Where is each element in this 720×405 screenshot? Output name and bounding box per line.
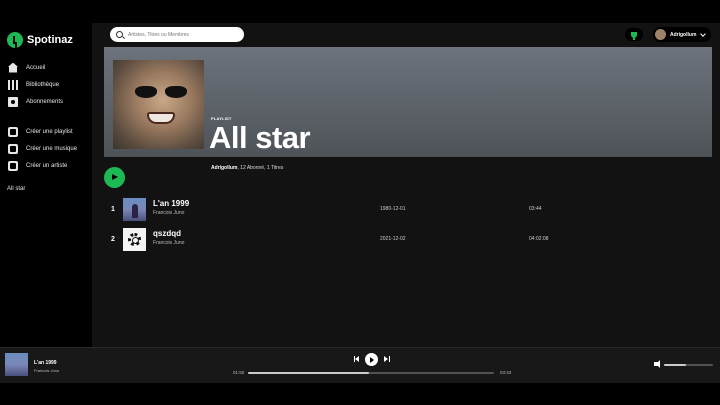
sidebar-item-create-playlist[interactable]: Créer une playlist xyxy=(0,123,92,140)
playlist-meta: Adrigollum, 12 Abonné, 1 Titres xyxy=(211,165,283,171)
now-playing-cover xyxy=(5,353,28,376)
total-time: 03:43 xyxy=(500,370,512,375)
track-title[interactable]: L'an 1999 xyxy=(153,199,189,208)
sidebar: Spotinaz Accueil Bibliothèque Abonnement… xyxy=(0,23,92,347)
next-track-icon[interactable] xyxy=(384,356,390,362)
add-music-icon xyxy=(8,143,18,154)
app-logo[interactable]: Spotinaz xyxy=(7,32,73,48)
main-nav: Accueil Bibliothèque Abonnements xyxy=(0,59,92,110)
subscriptions-icon xyxy=(8,96,18,107)
search-icon xyxy=(116,31,123,38)
track-artist[interactable]: Francois Juno xyxy=(153,210,184,216)
playlist-title: All star xyxy=(209,120,311,155)
avatar xyxy=(655,29,666,40)
chevron-down-icon xyxy=(700,31,706,37)
sidebar-item-label: Bibliothèque xyxy=(26,81,60,88)
player-bar: L'an 1999 Francois Juno 01:50 03:43 xyxy=(0,347,720,383)
sidebar-item-label: Créer une musique xyxy=(26,145,78,152)
play-pause-button[interactable] xyxy=(365,353,378,366)
sidebar-item-label: Créer un artiste xyxy=(26,162,68,169)
elapsed-time: 01:50 xyxy=(233,370,245,375)
app-name: Spotinaz xyxy=(27,34,73,46)
playlist-header: PLAYLIST All star Adrigollum, 12 Abonné,… xyxy=(104,47,712,171)
search-input[interactable] xyxy=(128,31,238,38)
user-name: Adrigollum xyxy=(670,31,697,38)
track-cover xyxy=(123,228,146,251)
progress-bar[interactable] xyxy=(248,372,494,374)
track-title[interactable]: qszdqd xyxy=(153,229,181,238)
sidebar-item-library[interactable]: Bibliothèque xyxy=(0,76,92,93)
app-window: Spotinaz Accueil Bibliothèque Abonnement… xyxy=(0,23,720,383)
table-row[interactable]: 2 qszdqd Francois Juno 2021-12-02 04:02:… xyxy=(104,226,712,254)
volume-icon[interactable] xyxy=(654,360,660,368)
playlist-stats: , 12 Abonné, 1 Titres xyxy=(237,165,284,171)
user-menu[interactable]: Adrigollum xyxy=(653,27,711,42)
progress-fill xyxy=(248,372,369,374)
track-duration: 04:02:08 xyxy=(529,236,549,242)
cover-glasses xyxy=(135,86,187,100)
table-row[interactable]: 1 L'an 1999 Francois Juno 1980-12-01 03:… xyxy=(104,196,712,224)
sidebar-item-label: Créer une playlist xyxy=(26,128,73,135)
cover-lens xyxy=(165,86,187,98)
sidebar-item-label: Accueil xyxy=(26,64,46,71)
playlist-cover xyxy=(113,60,204,149)
cover-lens xyxy=(135,86,157,98)
top-letterbox xyxy=(0,0,720,23)
track-number: 1 xyxy=(111,206,115,213)
now-playing-title[interactable]: L'an 1999 xyxy=(34,360,57,366)
sidebar-item-label: Abonnements xyxy=(26,98,64,105)
create-nav: Créer une playlist Créer une musique Cré… xyxy=(0,123,92,174)
sidebar-item-subscriptions[interactable]: Abonnements xyxy=(0,93,92,110)
track-cover xyxy=(123,198,146,221)
sidebar-item-create-artist[interactable]: Créer un artiste xyxy=(0,157,92,174)
playlist-owner[interactable]: Adrigollum xyxy=(211,165,237,171)
gear-icon xyxy=(128,233,141,246)
now-playing-artist[interactable]: Francois Juno xyxy=(34,368,59,373)
track-artist[interactable]: Francois Juno xyxy=(153,240,184,246)
sidebar-playlist-link[interactable]: All star xyxy=(7,186,25,192)
library-icon xyxy=(8,79,18,90)
logo-icon xyxy=(7,32,23,48)
sidebar-item-create-music[interactable]: Créer une musique xyxy=(0,140,92,157)
track-number: 2 xyxy=(111,236,115,243)
home-icon xyxy=(8,62,18,73)
play-playlist-button[interactable] xyxy=(104,167,125,188)
sidebar-item-home[interactable]: Accueil xyxy=(0,59,92,76)
trophy-button[interactable] xyxy=(625,28,643,41)
volume-slider[interactable] xyxy=(664,364,713,366)
add-artist-icon xyxy=(8,160,18,171)
bottom-letterbox xyxy=(0,383,720,405)
track-date: 1980-12-01 xyxy=(380,206,406,212)
cover-mouth xyxy=(147,112,175,124)
track-date: 2021-12-02 xyxy=(380,236,406,242)
volume-fill xyxy=(664,364,687,366)
track-duration: 03:44 xyxy=(529,206,542,212)
trophy-icon xyxy=(631,31,637,40)
add-playlist-icon xyxy=(8,126,18,137)
previous-track-icon[interactable] xyxy=(354,356,360,362)
search-bar[interactable] xyxy=(110,27,244,42)
